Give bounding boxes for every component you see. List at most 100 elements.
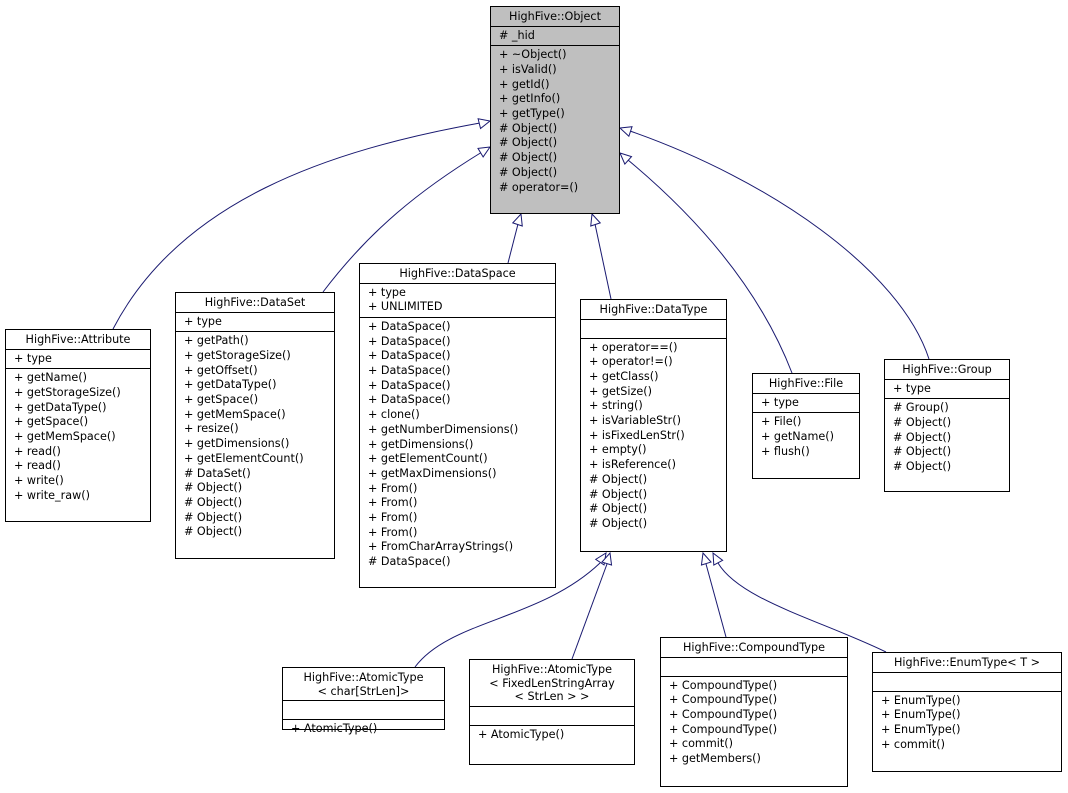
class-dataspace[interactable]: HighFive::DataSpace + type + UNLIMITED + Da… (359, 263, 556, 588)
method: + resize() (184, 422, 239, 436)
attribute: + type (761, 395, 799, 409)
attributes-section (470, 707, 634, 726)
edge-line (594, 223, 612, 300)
method: + getMembers() (669, 752, 761, 766)
methods-section: + operator==() + operator!=() + getClass()… (581, 339, 726, 534)
attribute: + UNLIMITED (368, 300, 443, 314)
class-name-line: HighFive::Group (902, 363, 992, 376)
methods-section: + getPath() + getStorageSize() + getOffset… (176, 332, 334, 542)
class-object[interactable]: HighFive::Object # _hid + ~Object() + isVal… (490, 6, 620, 214)
method: # Object() (184, 481, 243, 495)
class-name: HighFive::Attribute (6, 330, 150, 350)
method: + AtomicType() (291, 722, 378, 735)
method: + DataSpace() (368, 319, 451, 333)
class-dataset[interactable]: HighFive::DataSet + type + getPath() + getS… (175, 292, 335, 559)
method: + getStorageSize() (184, 348, 291, 362)
class-atomic-fixed[interactable]: HighFive::AtomicType < FixedLenStringArra… (469, 659, 635, 765)
class-name: HighFive::DataType (581, 300, 726, 320)
method: + DataSpace() (368, 393, 451, 407)
method: + getDataType() (14, 400, 107, 414)
method: # Object() (893, 460, 952, 474)
method: + EnumType() (881, 693, 961, 707)
attributes-section: # _hid (491, 27, 619, 47)
class-name-line: < StrLen > > (514, 690, 590, 703)
method: + write_raw() (14, 488, 90, 502)
attribute: + type (14, 351, 52, 365)
method: + CompoundType() (669, 693, 778, 707)
method: + getNumberDimensions() (368, 422, 519, 436)
method: + getSize() (589, 384, 652, 398)
method: + getPath() (184, 334, 249, 348)
class-enumtype[interactable]: HighFive::EnumType< T > + EnumType() + Enu… (872, 652, 1062, 772)
hollow-triangle-arrow-icon (477, 118, 492, 130)
attributes-section: + type (753, 394, 859, 414)
class-compound[interactable]: HighFive::CompoundType + CompoundType() + … (660, 637, 848, 787)
class-atomic-char[interactable]: HighFive::AtomicType < char[StrLen]> + Ato… (282, 667, 445, 735)
method: # Object() (589, 516, 648, 530)
methods-section: # Group() # Object() # Object() # Object() #… (885, 399, 1009, 477)
method: + DataSpace() (368, 334, 451, 348)
method: # DataSpace() (368, 555, 451, 569)
method: + write() (14, 474, 64, 488)
method: + commit() (881, 737, 945, 751)
class-datatype[interactable]: HighFive::DataType+ operator==() + operat… (580, 299, 727, 552)
class-name-line: HighFive::AtomicType (491, 663, 613, 676)
method: # Object() (499, 121, 558, 135)
inheritance-edge (590, 212, 612, 300)
edge-line (705, 563, 727, 638)
class-name: HighFive::DataSet (176, 293, 334, 313)
method: # Group() (893, 401, 949, 415)
method: # DataSet() (184, 466, 251, 480)
method: + flush() (761, 444, 810, 458)
class-name: HighFive::Object (491, 7, 619, 27)
method: + operator!=() (589, 355, 673, 369)
class-name: HighFive::CompoundType (661, 638, 847, 658)
hollow-triangle-arrow-icon (618, 126, 633, 138)
method: + commit() (669, 737, 733, 751)
class-name: HighFive::AtomicType < FixedLenStringArra… (470, 660, 634, 707)
class-name-line: HighFive::Attribute (25, 333, 131, 346)
method: + read() (14, 444, 61, 458)
class-name-line: < char[StrLen]> (317, 684, 410, 698)
method: + DataSpace() (368, 378, 451, 392)
method: + DataSpace() (368, 364, 451, 378)
class-name: HighFive::Group (885, 360, 1009, 380)
class-attribute[interactable]: HighFive::Attribute + type + getName() + ge… (5, 329, 151, 522)
method: + DataSpace() (368, 349, 451, 363)
methods-section: + getName() + getStorageSize() + getDataTy… (6, 369, 150, 505)
method: + AtomicType() (478, 727, 565, 741)
method: + getElementCount() (184, 451, 304, 465)
method: + isFixedLenStr() (589, 428, 685, 442)
method: + clone() (368, 408, 420, 422)
method: + File() (761, 415, 802, 429)
method: + getName() (761, 429, 835, 443)
method: + ~Object() (499, 48, 567, 62)
class-name-line: HighFive::EnumType< T > (893, 656, 1041, 669)
attributes-section (661, 658, 847, 677)
class-name-line: < FixedLenStringArray (489, 676, 615, 690)
method: + isValid() (499, 62, 557, 76)
hollow-triangle-arrow-icon (619, 152, 633, 165)
method: + FromCharArrayStrings() (368, 540, 514, 554)
method: + CompoundType() (669, 722, 778, 736)
method: + getDataType() (184, 378, 277, 392)
class-name-line: HighFive::DataSet (204, 296, 306, 309)
method: + getSpace() (184, 393, 259, 407)
attributes-section: + type (885, 380, 1009, 400)
class-name: HighFive::DataSpace (360, 264, 555, 284)
hollow-triangle-arrow-icon (712, 551, 724, 566)
attributes-section (873, 673, 1061, 692)
method: + getElementCount() (368, 452, 488, 466)
method: + getMemSpace() (184, 407, 286, 421)
class-file[interactable]: HighFive::File + type + File() + getName() +… (752, 373, 860, 479)
class-name-line: HighFive::CompoundType (683, 641, 825, 654)
method: + getSpace() (14, 415, 89, 429)
method: # Object() (893, 430, 952, 444)
method: + read() (14, 459, 61, 473)
class-group[interactable]: HighFive::Group+ type # Group()# Object()… (884, 359, 1010, 492)
method: + getName() (14, 371, 88, 385)
class-name: HighFive::EnumType< T > (873, 653, 1061, 673)
inheritance-edge (571, 551, 613, 660)
class-name-line: HighFive::DataSpace (399, 267, 516, 280)
method: + getInfo() (499, 92, 561, 106)
